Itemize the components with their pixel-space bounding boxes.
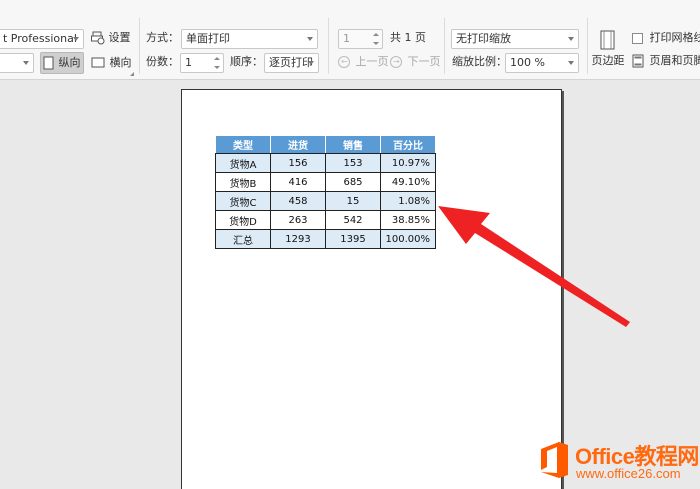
office-logo-icon	[541, 442, 568, 478]
watermark-url: www.office26.com	[576, 466, 681, 481]
watermark-logo: Office教程网 www.office26.com	[537, 438, 700, 489]
red-arrow-annotation	[438, 206, 630, 327]
arrow-shape	[438, 206, 630, 327]
